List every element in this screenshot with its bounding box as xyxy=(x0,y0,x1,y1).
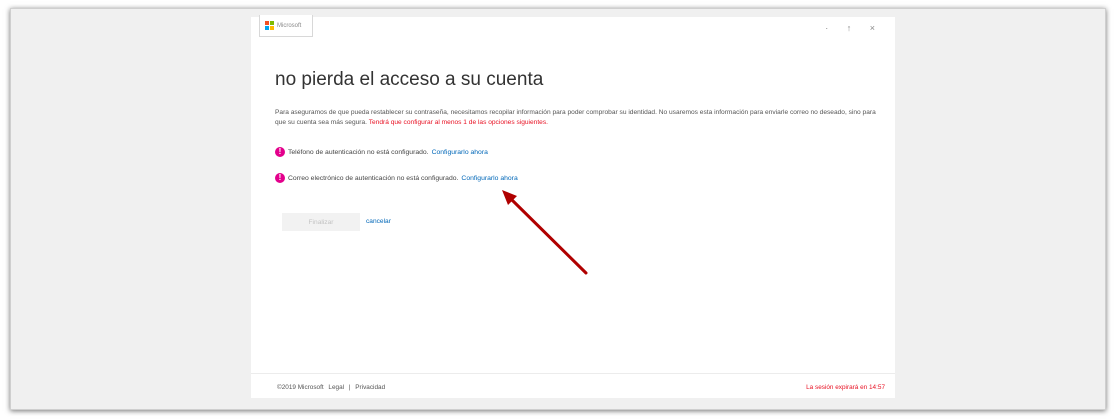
description-body: Para aseguramos de que pueda restablecer… xyxy=(275,109,876,126)
footer-links: ©2019 Microsoft Legal | Privacidad xyxy=(277,384,388,391)
window-controls[interactable]: · ↑ × xyxy=(825,23,883,33)
footer: ©2019 Microsoft Legal | Privacidad La se… xyxy=(251,373,895,399)
top-bar: Microsoft · ↑ × xyxy=(251,15,895,41)
legal-link[interactable]: Legal xyxy=(328,384,344,391)
microsoft-logo: Microsoft xyxy=(259,15,313,37)
microsoft-logo-icon xyxy=(265,21,274,30)
cancel-link[interactable]: cancelar xyxy=(366,218,391,225)
phone-status-text: Teléfono de autenticación no está config… xyxy=(288,148,429,156)
copyright-text: ©2019 Microsoft xyxy=(277,384,324,391)
warning-text: Tendrá que configurar al menos 1 de las … xyxy=(368,119,548,126)
configure-email-link[interactable]: Configurarlo ahora xyxy=(461,175,517,182)
configure-phone-link[interactable]: Configurarlo ahora xyxy=(432,149,488,156)
page-title: no pierda el acceso a su cuenta xyxy=(275,69,544,90)
privacy-link[interactable]: Privacidad xyxy=(355,384,385,391)
email-status-row: ! Correo electrónico de autenticación no… xyxy=(275,171,518,185)
footer-separator: | xyxy=(348,384,351,391)
email-status-text: Correo electrónico de autenticación no e… xyxy=(288,174,459,182)
exclamation-icon: ! xyxy=(275,173,285,183)
description-text: Para aseguramos de que pueda restablecer… xyxy=(275,108,879,128)
session-expiry-text: La sesión expirará en 14:57 xyxy=(806,384,885,391)
page-panel: Microsoft · ↑ × no pierda el acceso a su… xyxy=(251,15,895,399)
screenshot-frame: Microsoft · ↑ × no pierda el acceso a su… xyxy=(10,8,1106,410)
phone-status-row: ! Teléfono de autenticación no está conf… xyxy=(275,145,488,159)
logo-text: Microsoft xyxy=(277,22,302,29)
exclamation-icon: ! xyxy=(275,147,285,157)
finish-button[interactable]: Finalizar xyxy=(282,213,360,231)
